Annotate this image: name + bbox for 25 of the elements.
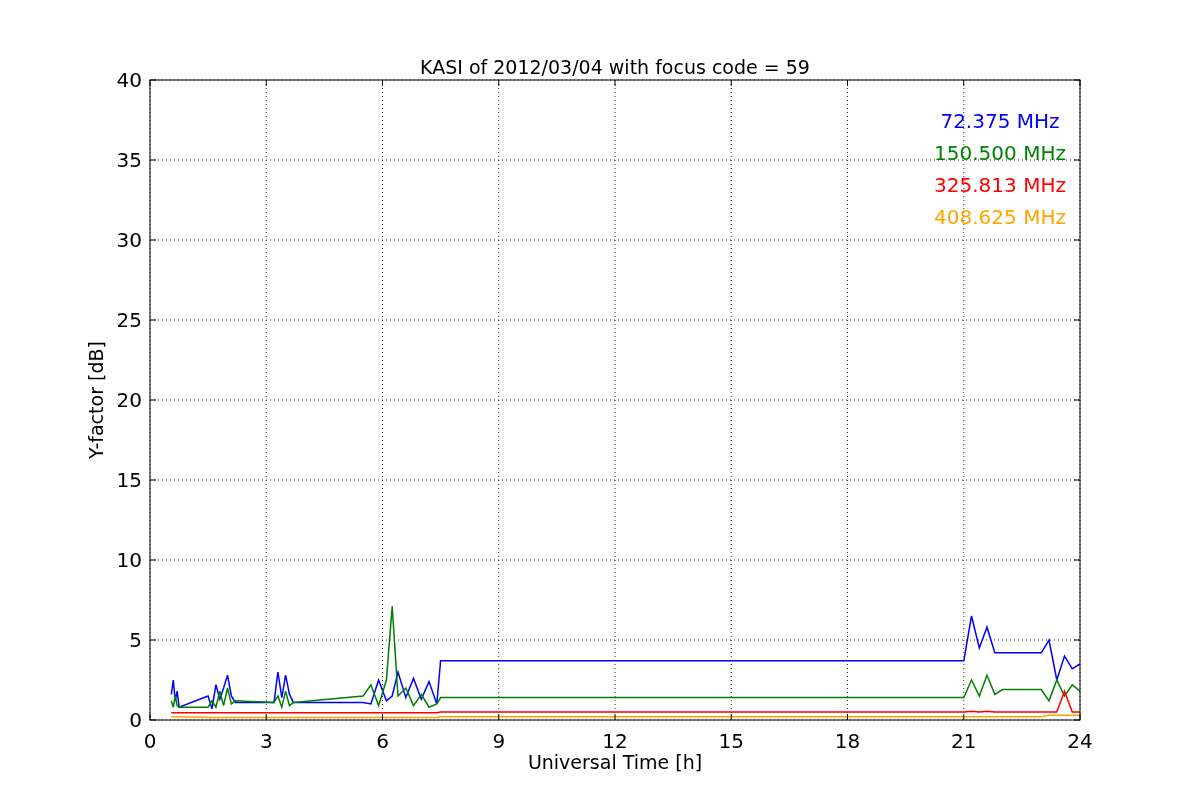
tick-label: 35	[116, 148, 142, 172]
tick-label: 24	[1067, 729, 1093, 753]
tick-label: 15	[718, 729, 744, 753]
tick-label: 15	[116, 468, 142, 492]
legend-label: 325.813 MHz	[934, 173, 1066, 197]
axis-label: Universal Time [h]	[527, 751, 703, 773]
axis-label: Y-factor [dB]	[85, 341, 107, 459]
tick-label: 0	[129, 708, 142, 732]
tick-label: 10	[116, 548, 142, 572]
legend-label: 408.625 MHz	[934, 205, 1066, 229]
tick-label: 25	[116, 308, 142, 332]
tick-label: 21	[951, 729, 977, 753]
chart-title: KASI of 2012/03/04 with focus code = 59	[420, 56, 810, 78]
tick-label: 20	[116, 388, 142, 412]
tick-label: 9	[492, 729, 506, 753]
tick-label: 30	[116, 228, 142, 252]
tick-label: 6	[376, 729, 389, 753]
tick-label: 40	[116, 68, 142, 92]
tick-label: 12	[602, 729, 628, 753]
legend-label: 72.375 MHz	[940, 109, 1060, 133]
tick-label: 18	[834, 729, 861, 753]
legend-label: 150.500 MHz	[934, 141, 1066, 165]
tick-label: 0	[143, 729, 157, 753]
tick-label: 3	[259, 729, 273, 753]
tick-label: 5	[129, 628, 142, 652]
